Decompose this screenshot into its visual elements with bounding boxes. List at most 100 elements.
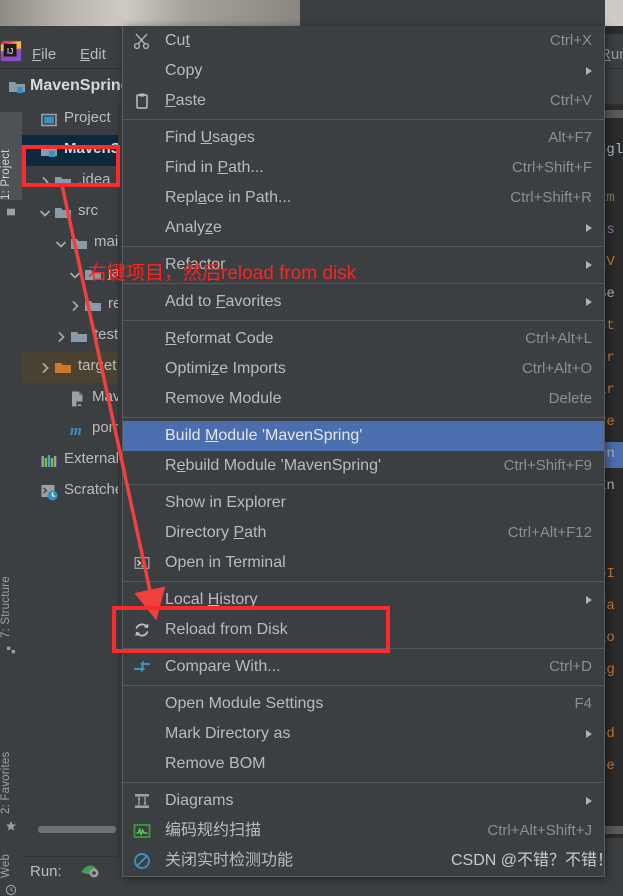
tool-tab-2-favorites[interactable]: 2: Favorites xyxy=(0,704,22,814)
project-view-icon xyxy=(41,113,57,127)
chevron-down-icon[interactable] xyxy=(54,237,68,251)
menu-item-remove-bom[interactable]: Remove BOM xyxy=(123,749,604,779)
menu-item-label: Open in Terminal xyxy=(165,554,286,571)
chevron-down-icon[interactable] xyxy=(68,268,82,282)
menu-item-label: Cut xyxy=(165,32,190,49)
module-folder-icon xyxy=(9,82,25,93)
svg-text:IJ: IJ xyxy=(7,47,13,56)
submenu-arrow-icon xyxy=(586,797,592,805)
menu-item-mark-directory-as[interactable]: Mark Directory as xyxy=(123,719,604,749)
tree-node-pom-xml[interactable]: m pom.xml xyxy=(22,414,118,445)
menu-item-diagrams[interactable]: Diagrams xyxy=(123,786,604,816)
menu-separator xyxy=(123,320,604,321)
tree-node-label: resources xyxy=(108,295,118,312)
menu-item-rebuild-module-mavenspring[interactable]: Rebuild Module 'MavenSpring' Ctrl+Shift+F… xyxy=(123,451,604,481)
tool-tab-web[interactable]: Web xyxy=(0,822,22,878)
tree-node-resources[interactable]: resources xyxy=(22,290,118,321)
menu-item-shortcut: Ctrl+Alt+F12 xyxy=(507,524,592,541)
menu-separator xyxy=(123,246,604,247)
menu-file-rest: ile xyxy=(41,46,57,63)
scissors-icon xyxy=(133,33,150,50)
tree-node-main[interactable]: main xyxy=(22,228,118,259)
folder-icon xyxy=(71,332,87,342)
menu-item-remove-module[interactable]: Remove Module Delete xyxy=(123,384,604,414)
menu-item-label: Compare With... xyxy=(165,658,281,675)
disable-realtime-icon xyxy=(134,853,150,869)
tool-window-strip-left[interactable]: 1: Project 7: Structure 2: Favorites Web xyxy=(0,104,23,896)
csdn-watermark: CSDN @不错？不错！ xyxy=(450,852,613,869)
menu-item-build-module-mavenspring[interactable]: Build Module 'MavenSpring' xyxy=(123,421,604,451)
chevron-down-icon[interactable] xyxy=(38,206,52,220)
run-tool-window-header[interactable]: Run: xyxy=(22,856,118,885)
menu-item-reformat-code[interactable]: Reformat Code Ctrl+Alt+L xyxy=(123,324,604,354)
menu-item-optimize-imports[interactable]: Optimize Imports Ctrl+Alt+O xyxy=(123,354,604,384)
menu-separator xyxy=(123,581,604,582)
menu-item-label: Diagrams xyxy=(165,792,234,809)
menu-edit[interactable]: Edit xyxy=(80,46,106,63)
menu-item-compare-with[interactable]: Compare With... Ctrl+D xyxy=(123,652,604,682)
menu-item-find-usages[interactable]: Find Usages Alt+F7 xyxy=(123,123,604,153)
menu-item-open-module-settings[interactable]: Open Module Settings F4 xyxy=(123,689,604,719)
tree-node-scratches-and-consoles[interactable]: Scratches and Consoles xyxy=(22,476,118,507)
menu-item-label: Analyze xyxy=(165,219,222,236)
tree-node-src[interactable]: src xyxy=(22,197,118,228)
desktop-background-strip xyxy=(0,0,300,26)
menu-item-shortcut: Ctrl+D xyxy=(549,658,592,675)
submenu-arrow-icon xyxy=(586,67,592,75)
menu-file[interactable]: File xyxy=(32,46,56,63)
menu-item-find-in-path[interactable]: Find in Path... Ctrl+Shift+F xyxy=(123,153,604,183)
submenu-arrow-icon xyxy=(586,596,592,604)
menu-item-[interactable]: 编码规约扫描 Ctrl+Alt+Shift+J xyxy=(123,816,604,846)
menu-item-open-in-terminal[interactable]: Open in Terminal xyxy=(123,548,604,578)
menu-item-shortcut: Ctrl+Alt+L xyxy=(525,330,592,347)
iml-file-icon xyxy=(72,391,83,407)
folder-orange-icon xyxy=(55,363,71,373)
tree-node-label: MavenSpring.iml xyxy=(92,388,119,405)
menu-item-directory-path[interactable]: Directory Path Ctrl+Alt+F12 xyxy=(123,518,604,548)
tree-node-mavenspring-iml[interactable]: MavenSpring.iml xyxy=(22,383,118,414)
intellij-idea-logo-icon: IJ xyxy=(0,40,22,62)
menu-item-shortcut: Ctrl+V xyxy=(549,92,592,109)
menu-item-replace-in-path[interactable]: Replace in Path... Ctrl+Shift+R xyxy=(123,183,604,213)
project-icon xyxy=(7,208,15,216)
menu-item-label: Add to Favorites xyxy=(165,293,282,310)
project-tree-horizontal-scrollbar[interactable] xyxy=(38,826,116,833)
menu-item-shortcut: F4 xyxy=(574,695,592,712)
alibaba-scan-icon xyxy=(133,824,151,838)
menu-item-shortcut: Ctrl+Shift+F9 xyxy=(503,457,592,474)
menu-item-label: Paste xyxy=(165,92,206,109)
menu-item-show-in-explorer[interactable]: Show in Explorer xyxy=(123,488,604,518)
tree-node-label: External Libraries xyxy=(64,450,119,467)
menu-item-label: Build Module 'MavenSpring' xyxy=(165,427,363,444)
tool-tab-7-structure[interactable]: 7: Structure xyxy=(0,534,22,638)
diagrams-icon xyxy=(135,794,149,808)
chevron-right-icon[interactable] xyxy=(38,361,52,375)
menu-item-label: 关闭实时检测功能 xyxy=(165,852,294,869)
menu-item-label: Directory Path xyxy=(165,524,267,541)
chevron-right-icon[interactable] xyxy=(54,330,68,344)
menu-item-analyze[interactable]: Analyze xyxy=(123,213,604,243)
menu-item-label: Optimize Imports xyxy=(165,360,286,377)
run-label: Run: xyxy=(30,863,62,880)
project-tree-panel[interactable]: ProjectMavenSpring.ideasrcmainjavaresour… xyxy=(22,104,119,856)
menu-separator xyxy=(123,417,604,418)
menu-item-shortcut: Ctrl+Alt+O xyxy=(521,360,592,377)
menu-item-copy[interactable]: Copy xyxy=(123,56,604,86)
menu-item-cut[interactable]: Cut Ctrl+X xyxy=(123,26,604,56)
tree-node-target[interactable]: target xyxy=(22,352,118,383)
tree-node-label: src xyxy=(78,202,98,219)
tree-node-test[interactable]: test xyxy=(22,321,118,352)
menu-item-label: Find in Path... xyxy=(165,159,264,176)
run-configuration-icon[interactable] xyxy=(80,862,100,880)
chevron-right-icon[interactable] xyxy=(68,299,82,313)
menu-item-label: Remove BOM xyxy=(165,755,266,772)
tool-tab-1-project[interactable]: 1: Project xyxy=(0,112,22,200)
menu-separator xyxy=(123,782,604,783)
tree-node-label: main xyxy=(94,233,119,250)
tree-node-external-libraries[interactable]: External Libraries xyxy=(22,445,118,476)
libraries-icon xyxy=(41,455,57,467)
menu-item-paste[interactable]: Paste Ctrl+V xyxy=(123,86,604,116)
tree-node-project[interactable]: Project xyxy=(22,104,118,135)
menu-item-add-to-favorites[interactable]: Add to Favorites xyxy=(123,287,604,317)
context-menu[interactable]: Cut Ctrl+X Copy Paste Ctrl+V Find Usages Alt+F… xyxy=(122,26,605,877)
